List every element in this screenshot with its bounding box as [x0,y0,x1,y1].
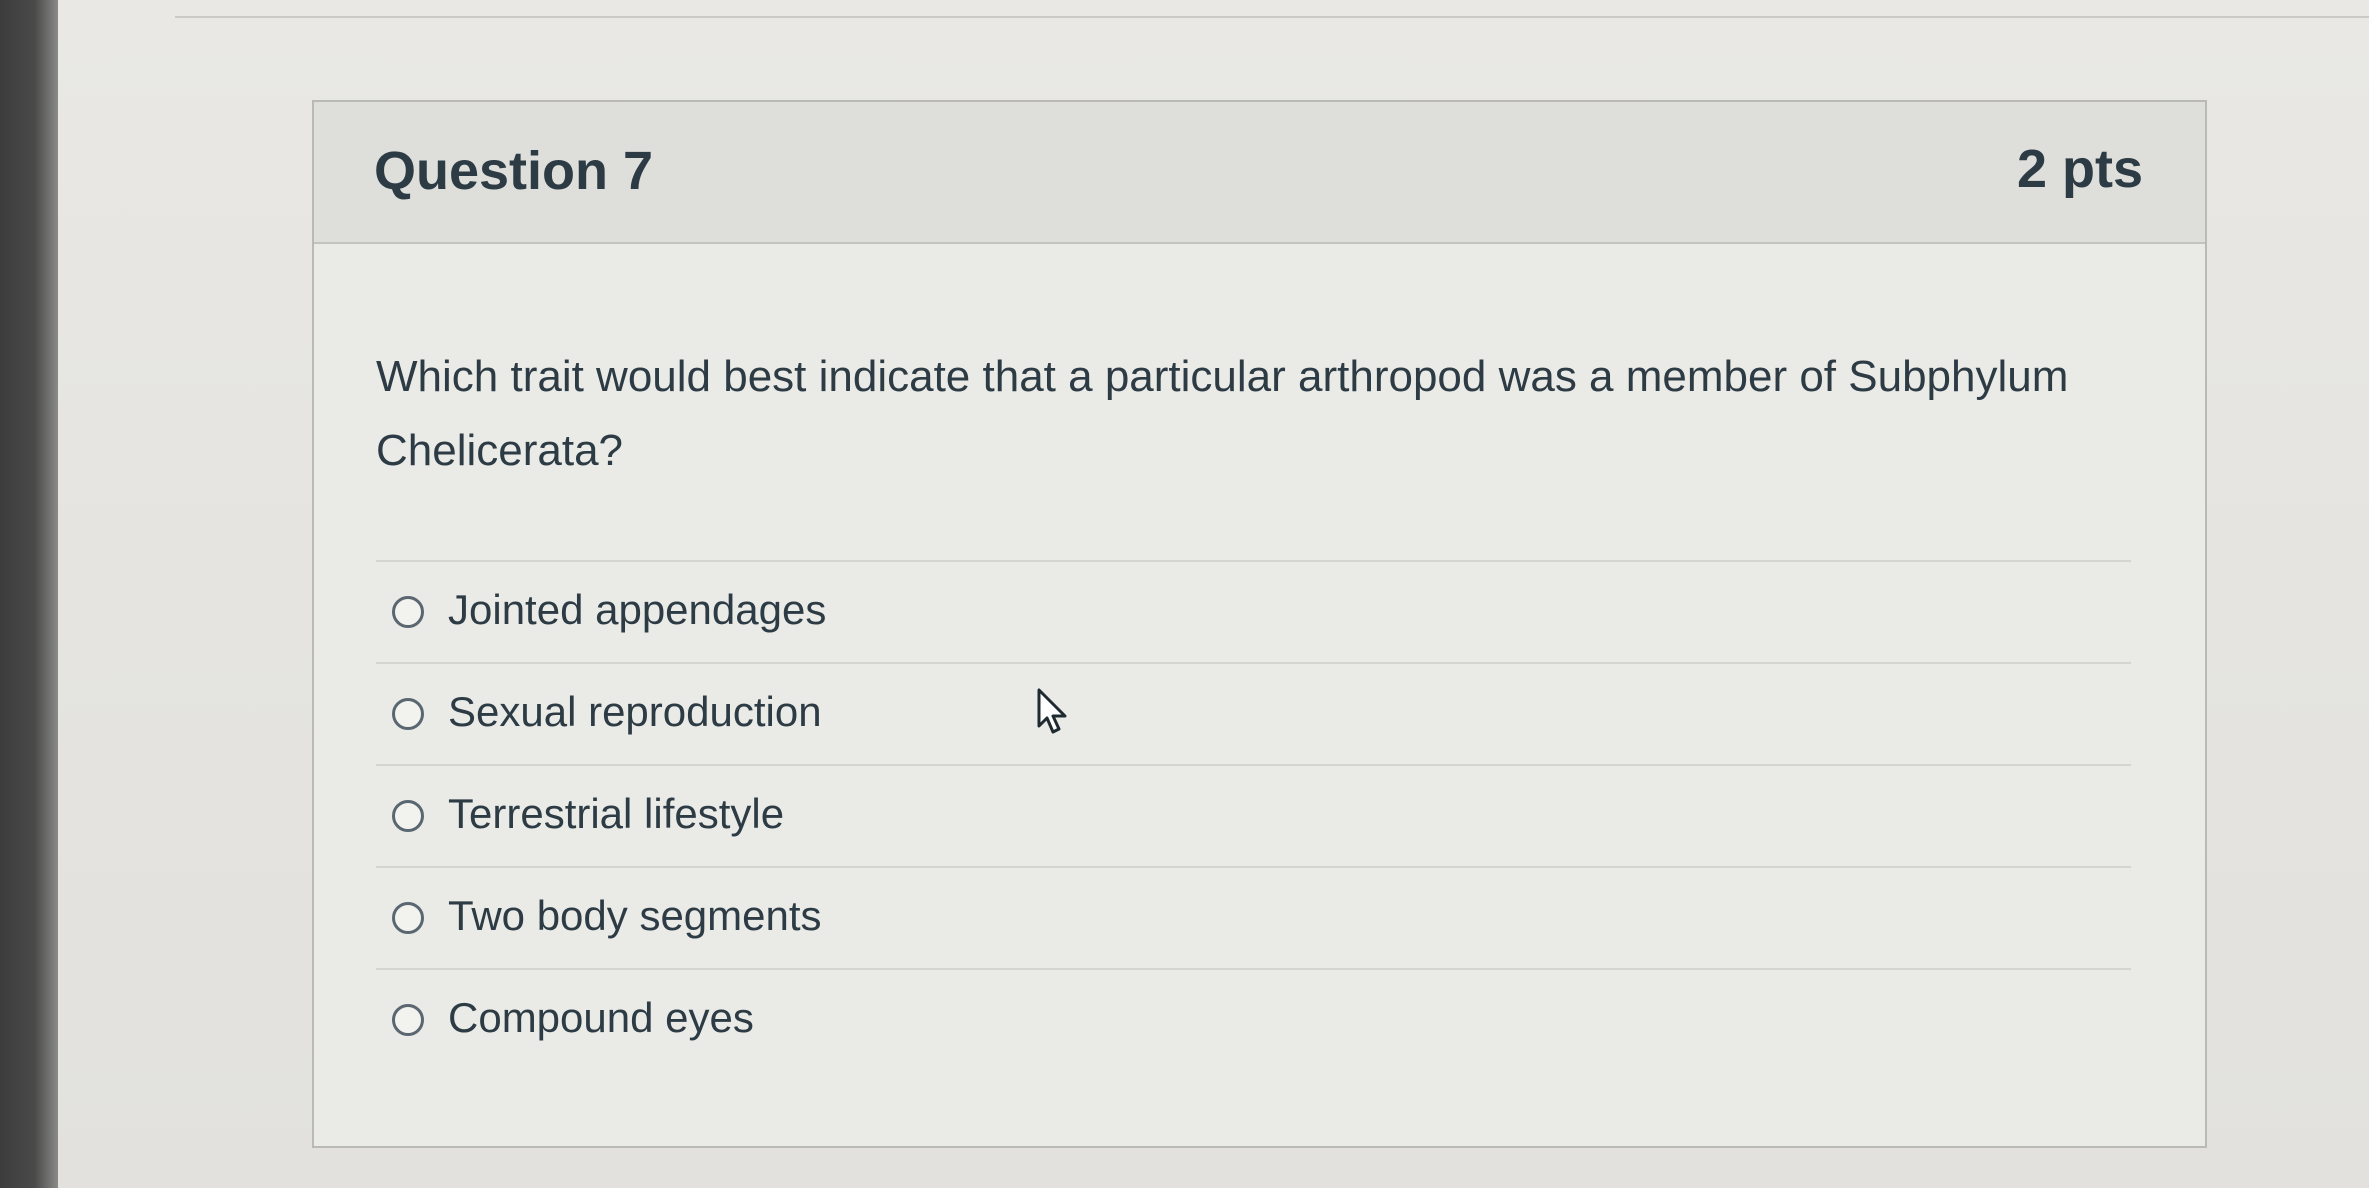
radio-unselected-icon[interactable] [392,596,424,628]
answer-label[interactable]: Jointed appendages [448,586,826,634]
radio-unselected-icon[interactable] [392,698,424,730]
question-title: Question 7 [374,141,654,201]
question-points: 2 pts [2016,139,2143,199]
answer-label[interactable]: Terrestrial lifestyle [448,790,784,838]
answer-label[interactable]: Compound eyes [448,994,754,1042]
answer-option-jointed-appendages[interactable]: Jointed appendages [376,560,2131,662]
answer-list: Jointed appendages Sexual reproduction T… [376,560,2131,1070]
answer-label[interactable]: Sexual reproduction [448,688,822,736]
radio-unselected-icon[interactable] [392,1004,424,1036]
top-divider [175,16,2369,18]
answer-option-compound-eyes[interactable]: Compound eyes [376,968,2131,1070]
question-text: Which trait would best indicate that a p… [376,352,2069,475]
monitor-bezel [0,0,58,1188]
radio-unselected-icon[interactable] [392,902,424,934]
answer-option-terrestrial-lifestyle[interactable]: Terrestrial lifestyle [376,764,2131,866]
answer-option-two-body-segments[interactable]: Two body segments [376,866,2131,968]
answer-label[interactable]: Two body segments [448,892,822,940]
radio-unselected-icon[interactable] [392,800,424,832]
question-header: Question 7 2 pts [314,102,2205,244]
question-card: Question 7 2 pts Which trait would best … [312,100,2207,1148]
mouse-pointer-icon [1037,688,1067,734]
answer-option-sexual-reproduction[interactable]: Sexual reproduction [376,662,2131,764]
screen: Question 7 2 pts Which trait would best … [0,0,2369,1188]
